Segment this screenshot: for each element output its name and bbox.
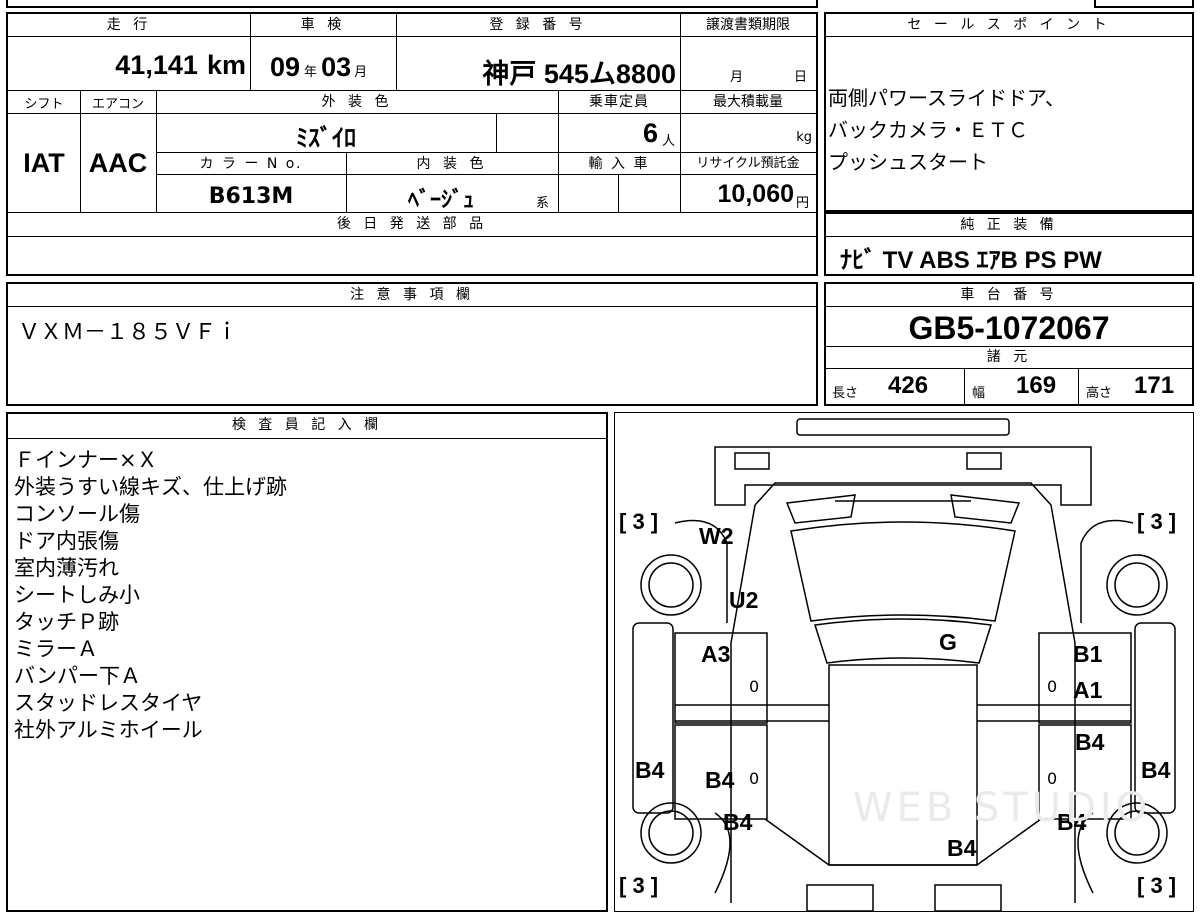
mark-a1: A1 [1073,677,1103,703]
registration-header: 登 録 番 号 [489,17,587,33]
inspector-line: ドア内張傷 [14,529,119,553]
zero-mark: 0 [749,769,760,788]
height-value: 171 [1134,372,1175,399]
mark-g: G [939,629,957,655]
inspector-line: シートしみ小 [14,583,140,607]
top-strip-right [1094,0,1194,8]
inspection-value: 09 年 03 月 [270,52,368,82]
sales-point-header: セ ー ル ス ポ イ ン ト [907,17,1111,33]
tire-mark: [ 3 ] [1137,509,1177,534]
chassis-value: GB5-1072067 [908,310,1110,346]
later-parts-header: 後 日 発 送 部 品 [336,216,488,232]
capacity-header: 乗車定員 [589,94,649,110]
mark-b4-right-fender: B4 [1141,757,1171,783]
import-header: 輸 入 車 [588,156,650,172]
aircon-header: エアコン [91,97,144,112]
shift-value: IAT [23,148,65,178]
inspector-line: タッチＰ跡 [14,610,119,634]
transfer-header: 譲渡書類期限 [706,17,790,33]
color-no-header: カ ラ ー N o. [199,156,303,172]
inspector-line: スタッドレスタイヤ [14,691,203,715]
chassis-box: 車 台 番 号 GB5-1072067 諸 元 長さ 426 幅 169 高さ … [824,282,1194,406]
capacity-unit: 人 [662,134,676,149]
capacity-value: 6 [642,118,658,148]
transfer-month-unit: 月 [730,70,744,85]
zero-mark: 0 [1047,677,1058,696]
registration-value: 神戸 545ム8800 [482,59,676,89]
mark-b4-left-rear: B4 [723,809,753,835]
height-label: 高さ [1086,386,1113,401]
watermark: WEB STUDIO [853,785,1152,831]
chassis-header: 車 台 番 号 [960,287,1058,303]
sales-point-line: バックカメラ・ＥＴＣ [828,118,1028,142]
aircon-value: AAC [88,148,148,178]
tire-mark: [ 3 ] [619,509,659,534]
equipment-header: 純 正 装 備 [960,217,1058,233]
mark-b1: B1 [1073,641,1103,667]
interior-header: 内 装 色 [416,156,488,172]
interior-value: ﾍﾞｰｼﾞｭ [407,188,474,213]
inspector-line: バンパー下Ａ [14,664,142,688]
interior-suffix: 系 [536,196,550,211]
mark-b4-rear: B4 [947,835,977,861]
sales-point-box: セ ー ル ス ポ イ ン ト 両側パワースライドドア、 バックカメラ・ＥＴＣ … [824,12,1194,212]
mark-b4-left-door: B4 [705,767,735,793]
inspector-line: ミラーＡ [14,637,98,661]
spec-header: 諸 元 [986,349,1032,365]
notes-box: 注 意 事 項 欄 ＶＸＭ－１８５ＶＦｉ [6,282,818,406]
tire-mark: [ 3 ] [1137,873,1177,898]
inspector-line: 外装うすい線キズ、仕上げ跡 [14,475,287,499]
notes-header: 注 意 事 項 欄 [350,287,474,303]
inspector-box: 検 査 員 記 入 欄 Ｆインナー×Ｘ 外装うすい線キズ、仕上げ跡 コンソール傷… [6,412,608,912]
max-load-unit: kg [796,130,812,145]
inspector-line: 社外アルミホイール [14,718,203,742]
notes-value: ＶＸＭ－１８５ＶＦｉ [18,320,239,345]
color-no-value: B613M [208,184,294,209]
mileage-value: 41,141 km [115,50,246,80]
tire-mark: [ 3 ] [619,873,659,898]
mark-u2: U2 [729,587,759,613]
recycle-value: 10,060 [717,180,794,208]
recycle-unit: 円 [796,196,810,211]
mark-w2: W2 [699,523,734,549]
sales-point-line: 両側パワースライドドア、 [828,86,1065,110]
recycle-header: リサイクル預託金 [696,156,800,171]
inspection-header: 車 検 [300,17,346,33]
shift-header: シフト [24,97,64,112]
sales-point-line: プッシュスタート [828,150,988,174]
mileage-header: 走 行 [106,17,152,33]
inspector-line: 室内薄汚れ [14,556,119,580]
mark-a3: A3 [701,641,731,667]
width-label: 幅 [972,386,986,401]
equipment-value: ﾅﾋﾞ TV ABS ｴｱB PS PW [840,247,1102,274]
zero-mark: 0 [749,677,760,696]
inspector-line: Ｆインナー×Ｘ [14,448,158,472]
top-strip [6,0,818,8]
inspector-header: 検 査 員 記 入 欄 [231,417,383,433]
max-load-header: 最大積載量 [713,94,783,110]
mark-b4-left-fender: B4 [635,757,665,783]
damage-diagram: [ 3 ] [ 3 ] [ 3 ] [ 3 ] W2 U2 G A3 B1 A1… [614,412,1194,912]
mark-b4-right-door: B4 [1075,729,1105,755]
width-value: 169 [1016,372,1057,399]
inspector-line: コンソール傷 [14,502,140,526]
exterior-value: ﾐｽﾞｲﾛ [296,125,356,152]
length-value: 426 [888,372,929,399]
length-label: 長さ [832,386,859,401]
exterior-header: 外 装 色 [321,94,393,110]
transfer-day-unit: 日 [794,70,808,85]
equipment-box: 純 正 装 備 ﾅﾋﾞ TV ABS ｴｱB PS PW [824,212,1194,276]
vehicle-info-table: 走 行 車 検 登 録 番 号 譲渡書類期限 41,141 km 09 年 03 月 … [6,12,818,276]
